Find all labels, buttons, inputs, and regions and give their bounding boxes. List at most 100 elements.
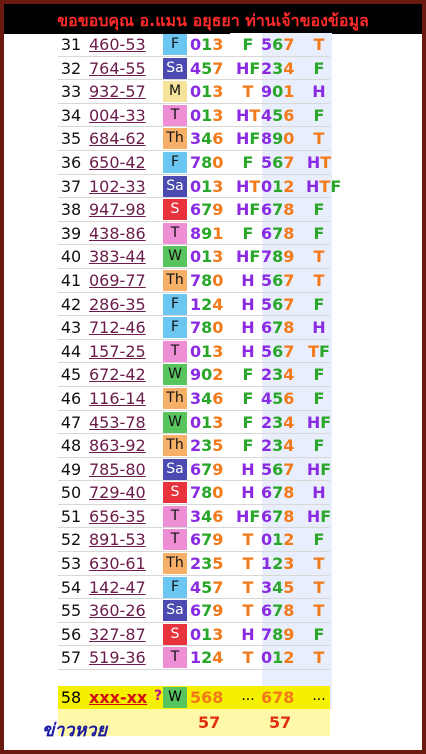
digits-1: 780 <box>190 152 224 172</box>
tag-1: HF <box>236 506 261 526</box>
digits-1: 013 <box>190 412 224 432</box>
summary-value-2: 57 <box>269 713 292 732</box>
tag-2: F <box>313 530 325 550</box>
row-number: 44 <box>60 341 82 361</box>
digits-2: 678 <box>261 506 295 526</box>
tag-2: HT <box>306 152 332 172</box>
digits-1: 780 <box>190 318 224 338</box>
digits-1: 679 <box>190 459 224 479</box>
table-row: 36 650-42 F 780 F 567 HT <box>58 151 332 175</box>
tag-1: H <box>241 294 255 314</box>
digits-2: 678 <box>261 483 295 503</box>
result-number: 729-40 <box>89 483 146 503</box>
digits-2: 890 <box>261 129 295 149</box>
result-number: 360-26 <box>89 601 146 621</box>
digits-1: 780 <box>190 270 224 290</box>
result-number: 947-98 <box>89 200 146 220</box>
day-badge: F <box>163 576 187 598</box>
digits-1: 013 <box>190 105 224 125</box>
digits-2: 567 <box>261 294 295 314</box>
last-row-digits-2: 678 <box>261 688 295 707</box>
digits-2: 012 <box>261 648 295 668</box>
tag-1: T <box>242 530 254 550</box>
tag-1: F <box>242 152 254 172</box>
summary-value-1: 57 <box>198 713 221 732</box>
last-row-day: W <box>163 687 187 708</box>
day-badge: T <box>163 104 187 126</box>
result-number: 069-77 <box>89 270 146 290</box>
table-row: 43 712-46 F 780 H 678 H <box>58 316 330 340</box>
tag-2: T <box>313 35 325 54</box>
last-row-question: ? <box>154 688 163 704</box>
day-badge: Sa <box>163 175 187 197</box>
tag-1: HF <box>236 247 261 267</box>
tag-1: H <box>241 459 255 479</box>
digits-1: 679 <box>190 601 224 621</box>
day-badge: S <box>163 482 187 504</box>
result-number: 102-33 <box>89 176 146 196</box>
result-number: 863-92 <box>89 436 146 456</box>
result-number: 891-53 <box>89 530 146 550</box>
digits-2: 567 <box>261 152 295 172</box>
tag-2: T <box>313 648 325 668</box>
digits-2: 678 <box>261 601 295 621</box>
digits-1: 780 <box>190 483 224 503</box>
row-number: 34 <box>60 105 82 125</box>
tag-1: HT <box>236 176 261 196</box>
table-row: 33 932-57 M 013 T 901 H <box>58 80 330 104</box>
result-number: 519-36 <box>89 648 146 668</box>
row-number: 36 <box>60 152 82 172</box>
row-number: 55 <box>60 601 82 621</box>
tag-1: H <box>241 341 255 361</box>
result-number: 684-62 <box>89 129 146 149</box>
row-number: 52 <box>60 530 82 550</box>
table-row: 35 684-62 Th 346 HF 890 T <box>58 127 330 151</box>
digits-2: 789 <box>261 247 295 267</box>
table-row: 48 863-92 Th 235 F 234 F <box>58 434 330 458</box>
row-number: 45 <box>60 365 82 385</box>
table-row: 54 142-47 F 457 T 345 T <box>58 576 330 600</box>
digits-2: 456 <box>261 388 295 408</box>
day-badge: Th <box>163 128 187 150</box>
day-badge: Th <box>163 269 187 291</box>
digits-2: 234 <box>261 436 295 456</box>
last-row-ellipsis-2: ... <box>312 688 326 704</box>
row-number: 33 <box>60 82 82 102</box>
result-number: 004-33 <box>89 105 146 125</box>
day-badge: S <box>163 623 187 645</box>
lottery-table: 31 460-53 F 013 F 567 T 32 764-55 Sa 457… <box>58 33 341 671</box>
digits-2: 678 <box>261 200 295 220</box>
tag-2: T <box>313 554 325 574</box>
digits-1: 013 <box>190 82 224 102</box>
tag-2: F <box>313 365 325 385</box>
digits-1: 891 <box>190 223 224 243</box>
day-badge: F <box>163 293 187 315</box>
tag-1: H <box>241 483 255 503</box>
digits-2: 901 <box>261 82 295 102</box>
table-row: 56 327-87 S 013 H 789 F <box>58 623 330 647</box>
day-badge: F <box>163 34 187 55</box>
result-number: 438-86 <box>89 223 146 243</box>
tag-1: H <box>241 318 255 338</box>
tag-1: F <box>242 223 254 243</box>
digits-2: 123 <box>261 554 295 574</box>
result-number: 785-80 <box>89 459 146 479</box>
tag-1: F <box>242 388 254 408</box>
table-row: 38 947-98 S 679 HF 678 F <box>58 198 330 222</box>
day-badge: F <box>163 151 187 173</box>
digits-2: 012 <box>261 176 295 196</box>
table-row: 47 453-78 W 013 F 234 HF <box>58 411 331 435</box>
day-badge: F <box>163 317 187 339</box>
digits-1: 013 <box>190 176 224 196</box>
day-badge: T <box>163 529 187 551</box>
tag-1: HF <box>236 200 261 220</box>
result-number: 142-47 <box>89 577 146 597</box>
day-badge: M <box>163 81 187 103</box>
day-badge: Sa <box>163 57 187 79</box>
digits-1: 013 <box>190 247 224 267</box>
digits-1: 013 <box>190 35 224 54</box>
digits-1: 346 <box>190 506 224 526</box>
row-number: 35 <box>60 129 82 149</box>
row-number: 38 <box>60 200 82 220</box>
row-number: 37 <box>60 176 82 196</box>
